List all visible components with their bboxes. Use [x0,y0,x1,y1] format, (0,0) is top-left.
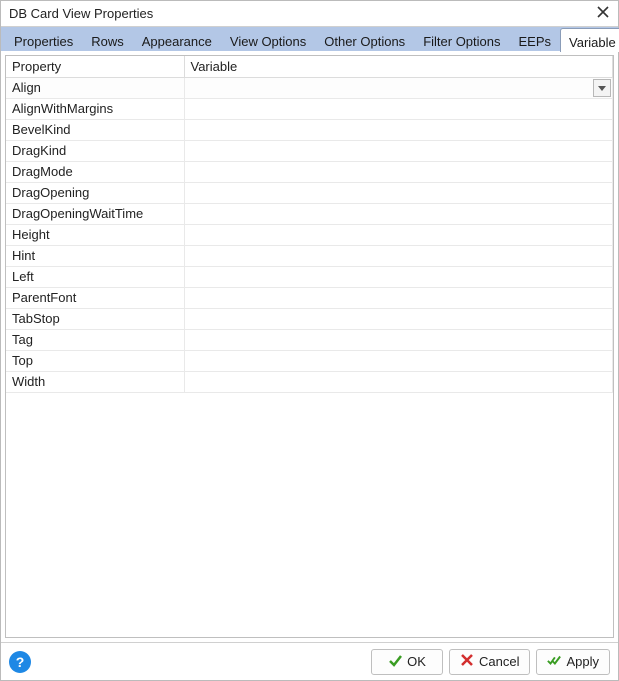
table-row[interactable]: AlignWithMargins [6,98,613,119]
variable-cell[interactable] [184,350,613,371]
variable-cell[interactable] [184,308,613,329]
property-table: Property Variable AlignAlignWithMarginsB… [6,56,613,393]
property-cell[interactable]: AlignWithMargins [6,98,184,119]
property-cell[interactable]: TabStop [6,308,184,329]
variable-cell[interactable] [184,119,613,140]
variable-cell[interactable] [184,329,613,350]
variable-dropdown-button[interactable] [593,79,611,97]
table-body: AlignAlignWithMarginsBevelKindDragKindDr… [6,77,613,392]
table-row[interactable]: Top [6,350,613,371]
tab-variable-links[interactable]: Variable Links [560,28,619,52]
property-cell[interactable]: Width [6,371,184,392]
variable-cell[interactable] [184,182,613,203]
cancel-button[interactable]: Cancel [449,649,530,675]
cancel-label: Cancel [479,654,519,669]
property-cell[interactable]: Top [6,350,184,371]
variable-cell[interactable] [184,245,613,266]
table-row[interactable]: DragOpening [6,182,613,203]
help-icon: ? [16,654,25,670]
tab-other-options[interactable]: Other Options [315,27,414,51]
table-row[interactable]: DragMode [6,161,613,182]
help-button[interactable]: ? [9,651,31,673]
tab-properties[interactable]: Properties [5,27,82,51]
variable-cell[interactable] [184,287,613,308]
property-cell[interactable]: DragOpeningWaitTime [6,203,184,224]
tab-filter-options[interactable]: Filter Options [414,27,509,51]
table-row[interactable]: TabStop [6,308,613,329]
button-bar: ? OK Cancel Apply [1,642,618,680]
variable-cell[interactable] [184,161,613,182]
table-row[interactable]: DragOpeningWaitTime [6,203,613,224]
property-cell[interactable]: ParentFont [6,287,184,308]
variable-cell[interactable] [184,266,613,287]
property-cell[interactable]: Hint [6,245,184,266]
tab-view-options[interactable]: View Options [221,27,315,51]
chevron-down-icon [598,80,606,95]
check-icon [388,653,402,670]
apply-button[interactable]: Apply [536,649,610,675]
close-button[interactable] [594,5,612,23]
table-row[interactable]: Height [6,224,613,245]
variable-cell[interactable] [184,371,613,392]
table-row[interactable]: Hint [6,245,613,266]
window-title: DB Card View Properties [9,6,594,21]
table-row[interactable]: ParentFont [6,287,613,308]
ok-button[interactable]: OK [371,649,443,675]
variable-cell[interactable] [184,203,613,224]
table-row[interactable]: Width [6,371,613,392]
property-cell[interactable]: DragMode [6,161,184,182]
tab-rows[interactable]: Rows [82,27,133,51]
apply-label: Apply [566,654,599,669]
table-header-row: Property Variable [6,56,613,77]
column-header-property[interactable]: Property [6,56,184,77]
dialog-window: DB Card View Properties PropertiesRowsAp… [0,0,619,681]
variable-cell[interactable] [184,98,613,119]
property-cell[interactable]: DragKind [6,140,184,161]
table-row[interactable]: Align [6,77,613,98]
column-header-variable[interactable]: Variable [184,56,613,77]
tab-strip: PropertiesRowsAppearanceView OptionsOthe… [1,27,618,51]
property-cell[interactable]: Align [6,77,184,98]
property-grid[interactable]: Property Variable AlignAlignWithMarginsB… [5,55,614,638]
variable-cell[interactable] [184,77,613,98]
x-icon [460,653,474,670]
ok-label: OK [407,654,426,669]
tab-appearance[interactable]: Appearance [133,27,221,51]
table-row[interactable]: BevelKind [6,119,613,140]
property-cell[interactable]: Left [6,266,184,287]
grid-container: Property Variable AlignAlignWithMarginsB… [1,51,618,642]
close-icon [597,6,609,21]
table-row[interactable]: Left [6,266,613,287]
property-cell[interactable]: BevelKind [6,119,184,140]
table-row[interactable]: Tag [6,329,613,350]
property-cell[interactable]: DragOpening [6,182,184,203]
titlebar: DB Card View Properties [1,1,618,27]
double-check-icon [547,653,561,670]
property-cell[interactable]: Height [6,224,184,245]
property-cell[interactable]: Tag [6,329,184,350]
tab-eeps[interactable]: EEPs [510,27,561,51]
variable-cell[interactable] [184,140,613,161]
table-row[interactable]: DragKind [6,140,613,161]
variable-cell[interactable] [184,224,613,245]
